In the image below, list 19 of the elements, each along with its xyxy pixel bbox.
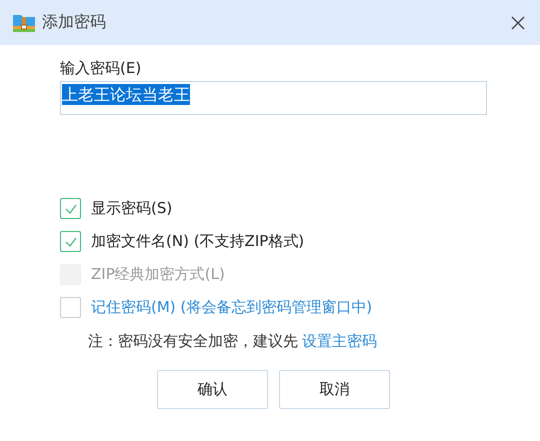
check-icon xyxy=(64,236,78,248)
cancel-button[interactable]: 取消 xyxy=(279,370,390,409)
option-label: 记住密码(M) (将会备忘到密码管理窗口中) xyxy=(91,298,372,317)
note-text: 注：密码没有安全加密，建议先 xyxy=(88,332,298,350)
option-label: ZIP经典加密方式(L) xyxy=(91,265,225,284)
master-password-link[interactable]: 设置主密码 xyxy=(302,332,377,350)
password-value: 上老王论坛当老王 xyxy=(62,84,190,105)
option-label: 显示密码(S) xyxy=(91,199,172,218)
option-label: 加密文件名(N) (不支持ZIP格式) xyxy=(91,232,304,251)
checkbox[interactable] xyxy=(60,198,81,219)
password-field[interactable]: 上老王论坛当老王 xyxy=(60,81,487,115)
checkbox[interactable] xyxy=(60,297,81,318)
checkbox[interactable] xyxy=(60,231,81,252)
confirm-button[interactable]: 确认 xyxy=(157,370,268,409)
close-icon[interactable] xyxy=(510,14,526,30)
password-label: 输入密码(E) xyxy=(60,58,142,79)
archive-icon xyxy=(12,12,36,32)
check-icon xyxy=(64,202,78,214)
window-title: 添加密码 xyxy=(42,12,107,33)
